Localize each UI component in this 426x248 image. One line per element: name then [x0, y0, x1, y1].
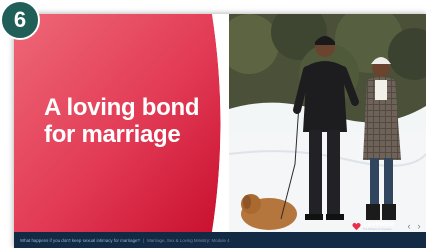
brand-logo: Lovewise The Ministry of Lovewise — [352, 220, 395, 232]
footer-course-title: Marriage, Sex & Loving Ministry: Module … — [147, 237, 230, 243]
heart-logo-icon — [352, 222, 361, 230]
chevron-right-icon[interactable]: › — [414, 220, 424, 232]
brand-name: Lovewise — [363, 220, 395, 228]
footer-bar: What happens if you don't keep sexual in… — [14, 232, 426, 248]
footer-question: What happens if you don't keep sexual in… — [20, 237, 140, 243]
brand-tagline: The Ministry of Lovewise — [363, 227, 392, 231]
step-number: 6 — [13, 7, 27, 32]
slide-frame: A loving bond for marriage What happens … — [14, 14, 426, 248]
step-number-badge: 6 — [0, 0, 40, 40]
footer-separator: | — [142, 237, 145, 243]
title-panel: A loving bond for marriage — [14, 14, 229, 232]
slide-title: A loving bond for marriage — [44, 94, 200, 148]
chevron-left-icon[interactable]: ‹ — [404, 220, 414, 232]
couple-photo — [229, 14, 426, 232]
